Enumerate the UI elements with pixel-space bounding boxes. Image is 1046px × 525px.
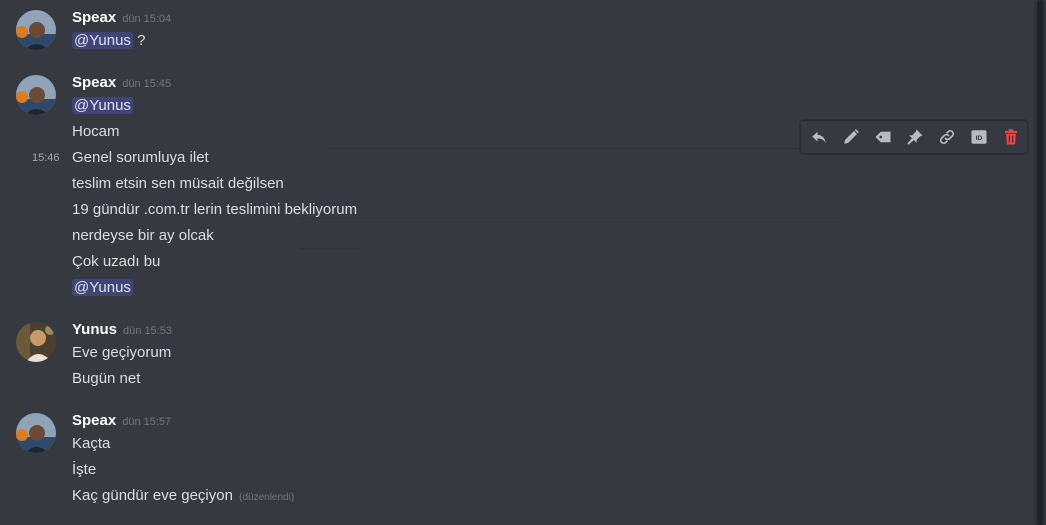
timestamp: dün 15:45	[122, 78, 172, 90]
message-line: 19 gündür .com.tr lerin teslimini bekliy…	[72, 201, 358, 218]
user-mention[interactable]: @Yunus	[72, 97, 133, 114]
message-text: Kaç gündür eve geçiyon	[72, 487, 233, 504]
timestamp: dün 15:53	[123, 325, 172, 337]
message-line: Bugün net	[72, 370, 141, 387]
message-line: Eve geçiyorum	[72, 344, 172, 361]
tag-button[interactable]	[867, 121, 899, 153]
tag-icon	[875, 131, 891, 143]
avatar[interactable]	[16, 413, 56, 453]
message-header: Speax dün 15:45	[72, 74, 171, 94]
author-name[interactable]: Speax	[72, 9, 116, 26]
message-line: nerdeyse bir ay olcak	[72, 227, 214, 244]
pin-icon	[907, 129, 923, 145]
delete-icon	[1005, 129, 1017, 145]
edit-button[interactable]	[835, 121, 867, 153]
message-line: @Yunus	[72, 278, 133, 298]
id-icon: ID	[971, 130, 987, 144]
message-line: @Yunus	[72, 96, 133, 116]
reply-icon	[812, 131, 826, 143]
timestamp: dün 15:57	[122, 416, 172, 428]
message-line: Hocam	[72, 123, 120, 140]
reply-button[interactable]	[803, 121, 835, 153]
copy-link-button[interactable]	[931, 121, 963, 153]
message-line: Genel sorumluya ilet	[72, 149, 209, 166]
message-line: Çok uzadı bu	[72, 253, 161, 270]
user-mention[interactable]: @Yunus	[72, 32, 133, 49]
divider	[300, 218, 840, 219]
message-text: ?	[132, 32, 146, 49]
avatar[interactable]	[16, 322, 56, 362]
copy-id-button[interactable]: ID	[963, 121, 995, 153]
edit-icon	[844, 129, 859, 144]
author-name[interactable]: Yunus	[72, 321, 117, 338]
chat-messages: Speax dün 15:04 @Yunus ? Speax dün 15:45 @…	[0, 0, 1034, 525]
pin-button[interactable]	[899, 121, 931, 153]
hover-timestamp: 15:46	[32, 152, 60, 164]
avatar[interactable]	[16, 10, 56, 50]
message-header: Yunus dün 15:53	[72, 321, 172, 341]
id-label: ID	[976, 135, 983, 142]
edited-label: (düzenlendi)	[239, 492, 295, 503]
user-mention[interactable]: @Yunus	[72, 279, 133, 296]
message-line: İşte	[72, 461, 97, 478]
scrollbar-thumb[interactable]	[1037, 0, 1043, 525]
message-line: @Yunus ?	[72, 31, 145, 51]
divider	[300, 248, 362, 249]
message-header: Speax dün 15:04	[72, 9, 171, 29]
message-header: Speax dün 15:57	[72, 412, 171, 432]
timestamp: dün 15:04	[122, 13, 172, 25]
avatar[interactable]	[16, 75, 56, 115]
message-actions-toolbar: ID	[800, 120, 1028, 154]
message-line: teslim etsin sen müsait değilsen	[72, 175, 284, 192]
message-line: Kaç gündür eve geçiyon (düzenlendi)	[72, 486, 294, 508]
delete-button[interactable]	[995, 121, 1027, 153]
author-name[interactable]: Speax	[72, 74, 116, 91]
author-name[interactable]: Speax	[72, 412, 116, 429]
message-line: Kaçta	[72, 435, 111, 452]
link-icon	[939, 129, 955, 145]
